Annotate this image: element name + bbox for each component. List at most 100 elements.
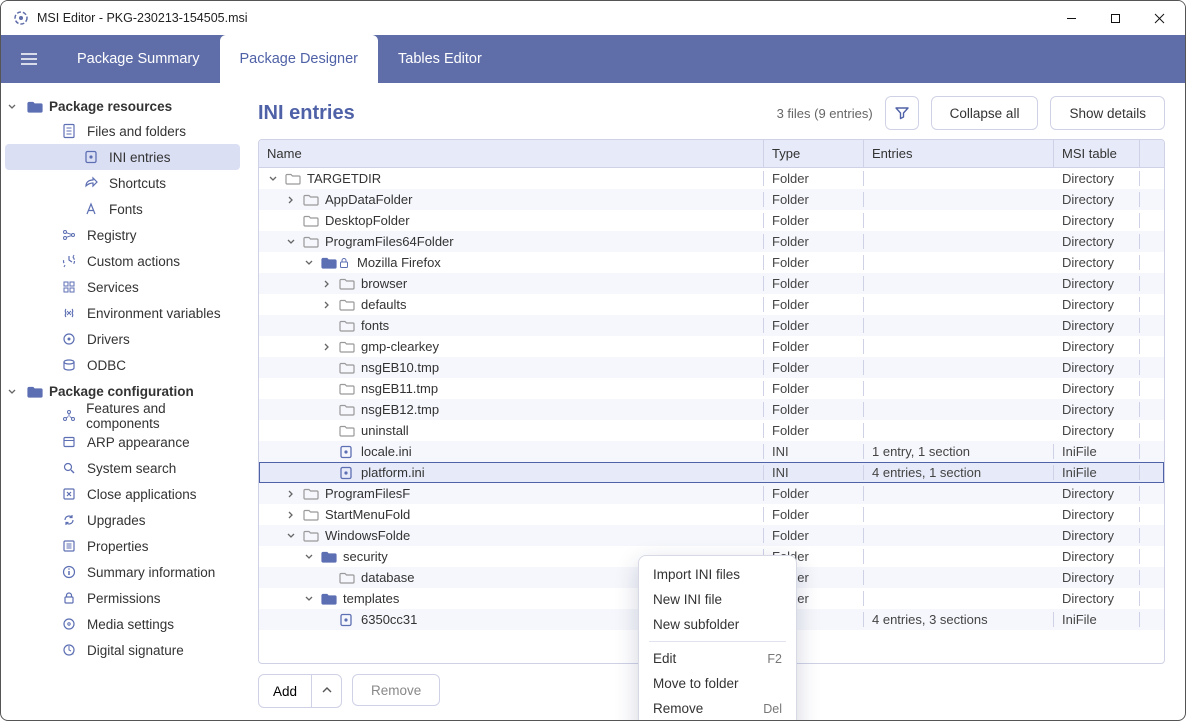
expand-icon[interactable]: [285, 510, 297, 520]
context-menu-item[interactable]: Move to folder: [639, 671, 796, 696]
sidebar-item[interactable]: ARP appearance: [5, 429, 240, 455]
context-menu-item[interactable]: RemoveDel: [639, 696, 796, 721]
add-button-chevron[interactable]: [311, 675, 341, 707]
sidebar-group-header[interactable]: Package resources: [5, 95, 240, 118]
sidebar-item[interactable]: System search: [5, 455, 240, 481]
row-entries: 4 entries, 1 section: [864, 465, 1054, 480]
expand-icon[interactable]: [285, 237, 297, 247]
row-name: nsgEB12.tmp: [361, 402, 439, 417]
sidebar-item[interactable]: Shortcuts: [5, 170, 240, 196]
sidebar-item[interactable]: Upgrades: [5, 507, 240, 533]
row-msi: IniFile: [1054, 465, 1140, 480]
sidebar-item[interactable]: Drivers: [5, 326, 240, 352]
table-row[interactable]: TARGETDIRFolderDirectory: [259, 168, 1164, 189]
table-row[interactable]: platform.iniINI4 entries, 1 sectionIniFi…: [259, 462, 1164, 483]
maximize-button[interactable]: [1093, 3, 1137, 33]
expand-icon[interactable]: [267, 174, 279, 184]
sidebar-item-icon: [61, 591, 77, 605]
col-name[interactable]: Name: [259, 140, 764, 167]
row-name: platform.ini: [361, 465, 425, 480]
sidebar-item-icon: [61, 461, 77, 475]
sidebar-item[interactable]: Services: [5, 274, 240, 300]
table-row[interactable]: gmp-clearkeyFolderDirectory: [259, 336, 1164, 357]
table-row[interactable]: locale.iniINI1 entry, 1 sectionIniFile: [259, 441, 1164, 462]
table-row[interactable]: nsgEB12.tmpFolderDirectory: [259, 399, 1164, 420]
expand-icon[interactable]: [303, 552, 315, 562]
sidebar-item[interactable]: Environment variables: [5, 300, 240, 326]
sidebar-item[interactable]: INI entries: [5, 144, 240, 170]
sidebar-item[interactable]: Digital signature: [5, 637, 240, 663]
sidebar-group-header[interactable]: Package configuration: [5, 380, 240, 403]
context-menu-label: Edit: [653, 651, 676, 666]
sidebar-item-icon: [61, 487, 77, 501]
row-msi: Directory: [1054, 570, 1140, 585]
table-row[interactable]: ProgramFiles64FolderFolderDirectory: [259, 231, 1164, 252]
sidebar-item[interactable]: Features and components: [5, 403, 240, 429]
menu-button[interactable]: [1, 51, 57, 67]
ribbon: Package Summary Package Designer Tables …: [1, 35, 1185, 83]
sidebar-item[interactable]: Registry: [5, 222, 240, 248]
col-entries[interactable]: Entries: [864, 140, 1054, 167]
context-menu-item[interactable]: New INI file: [639, 587, 796, 612]
sidebar-item-label: Permissions: [87, 591, 161, 606]
context-menu-item[interactable]: New subfolder: [639, 612, 796, 637]
table-row[interactable]: ProgramFilesFFolderDirectory: [259, 483, 1164, 504]
context-menu: Import INI filesNew INI fileNew subfolde…: [638, 555, 797, 721]
expand-icon[interactable]: [321, 300, 333, 310]
table-row[interactable]: fontsFolderDirectory: [259, 315, 1164, 336]
collapse-all-button[interactable]: Collapse all: [931, 96, 1039, 130]
sidebar-item-label: System search: [87, 461, 176, 476]
show-details-button[interactable]: Show details: [1050, 96, 1165, 130]
table-row[interactable]: WindowsFoldeFolderDirectory: [259, 525, 1164, 546]
folder-icon: [303, 508, 319, 522]
expand-icon[interactable]: [321, 342, 333, 352]
table-row[interactable]: StartMenuFoldFolderDirectory: [259, 504, 1164, 525]
sidebar-item-icon: [61, 643, 77, 657]
sidebar-item[interactable]: Custom actions: [5, 248, 240, 274]
table-row[interactable]: nsgEB11.tmpFolderDirectory: [259, 378, 1164, 399]
context-menu-item[interactable]: EditF2: [639, 646, 796, 671]
sidebar-item[interactable]: Fonts: [5, 196, 240, 222]
expand-icon[interactable]: [285, 489, 297, 499]
folder-icon: [339, 424, 355, 438]
row-name: gmp-clearkey: [361, 339, 439, 354]
sidebar-item[interactable]: ODBC: [5, 352, 240, 378]
col-msi[interactable]: MSI table: [1054, 140, 1140, 167]
table-row[interactable]: Mozilla FirefoxFolderDirectory: [259, 252, 1164, 273]
remove-button[interactable]: Remove: [352, 674, 440, 706]
table-row[interactable]: uninstallFolderDirectory: [259, 420, 1164, 441]
folder-icon: [303, 235, 319, 249]
expand-icon[interactable]: [321, 279, 333, 289]
add-button[interactable]: Add: [259, 675, 311, 707]
row-name: nsgEB10.tmp: [361, 360, 439, 375]
filter-button[interactable]: [885, 96, 919, 130]
sidebar-item[interactable]: Close applications: [5, 481, 240, 507]
expand-icon[interactable]: [303, 594, 315, 604]
sidebar-item[interactable]: Properties: [5, 533, 240, 559]
add-split-button[interactable]: Add: [258, 674, 342, 708]
table-row[interactable]: defaultsFolderDirectory: [259, 294, 1164, 315]
tab-tables-editor[interactable]: Tables Editor: [378, 35, 502, 83]
row-type: Folder: [764, 213, 864, 228]
tab-package-summary[interactable]: Package Summary: [57, 35, 220, 83]
row-name: AppDataFolder: [325, 192, 412, 207]
tab-package-designer[interactable]: Package Designer: [220, 35, 379, 83]
sidebar-item-icon: [61, 617, 77, 631]
sidebar-item[interactable]: Media settings: [5, 611, 240, 637]
minimize-button[interactable]: [1049, 3, 1093, 33]
table-row[interactable]: nsgEB10.tmpFolderDirectory: [259, 357, 1164, 378]
expand-icon[interactable]: [303, 258, 315, 268]
sidebar-item[interactable]: Summary information: [5, 559, 240, 585]
col-type[interactable]: Type: [764, 140, 864, 167]
table-row[interactable]: AppDataFolderFolderDirectory: [259, 189, 1164, 210]
sidebar-item[interactable]: Files and folders: [5, 118, 240, 144]
expand-icon[interactable]: [285, 531, 297, 541]
row-msi: Directory: [1054, 192, 1140, 207]
table-row[interactable]: browserFolderDirectory: [259, 273, 1164, 294]
table-row[interactable]: DesktopFolderFolderDirectory: [259, 210, 1164, 231]
sidebar-item-label: Features and components: [86, 401, 234, 431]
expand-icon[interactable]: [285, 195, 297, 205]
context-menu-item[interactable]: Import INI files: [639, 562, 796, 587]
sidebar-item[interactable]: Permissions: [5, 585, 240, 611]
close-button[interactable]: [1137, 3, 1181, 33]
